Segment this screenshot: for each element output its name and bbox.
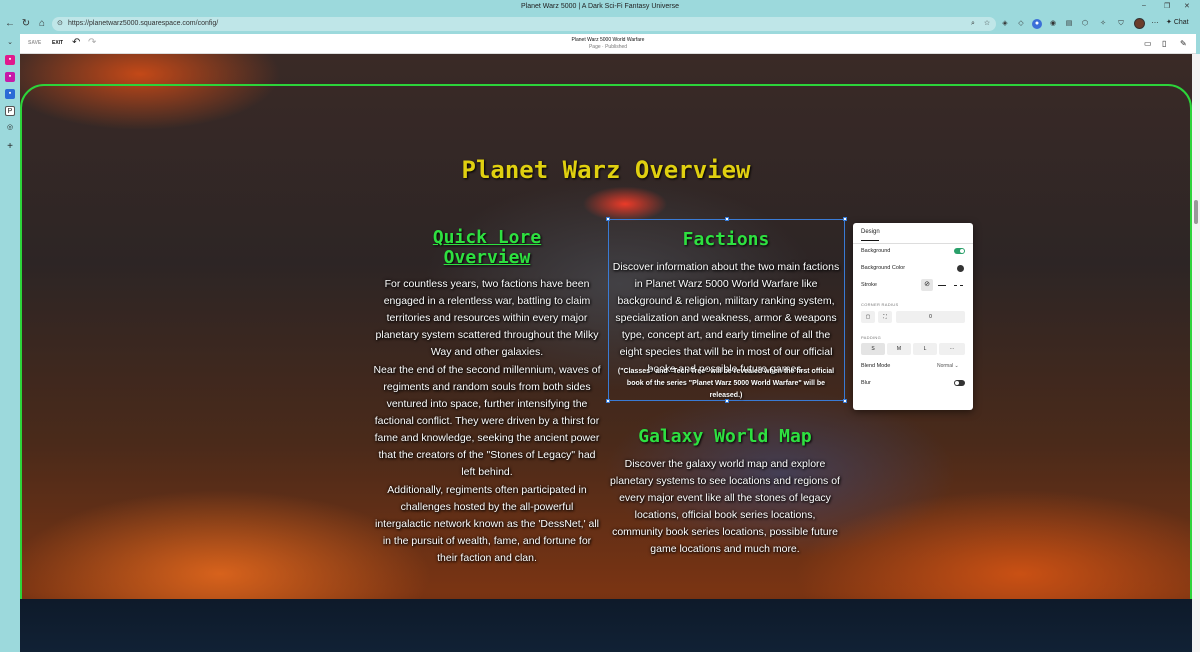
map-title[interactable]: Galaxy World Map [610,426,840,447]
back-icon[interactable]: ← [4,18,16,30]
page-scrollbar[interactable] [1192,54,1200,652]
home-icon[interactable]: ⌂ [36,18,48,30]
design-tab[interactable]: Design [861,229,880,235]
extension-icon[interactable]: ◇ [1016,19,1026,29]
padding-more-button[interactable]: ··· [939,343,965,355]
extension-icon[interactable]: ◉ [1048,19,1058,29]
lore-title[interactable]: Quick Lore Overview [412,228,562,268]
dashed-stroke-icon[interactable] [954,285,963,286]
editor-toolbar: SAVE EXIT ↶ ↷ Planet Warz 5000 World War… [20,34,1196,54]
resize-handle[interactable] [843,399,847,403]
window-titlebar: Planet Warz 5000 | A Dark Sci-Fi Fantasy… [0,0,1200,14]
background-color-label: Background Color [861,265,906,271]
extension-icon[interactable]: ⬡ [1080,19,1090,29]
shield-icon[interactable]: ⛉ [1116,19,1126,29]
chat-label: Chat [1173,19,1189,26]
chat-button[interactable]: ✦ Chat [1166,18,1189,26]
active-tab-underline [861,240,879,241]
design-panel: Design Background Background Color Strok… [853,223,973,410]
background-toggle[interactable] [954,248,965,254]
next-section-band [20,599,1192,652]
blur-label: Blur [861,380,871,386]
blur-toggle[interactable] [954,380,965,386]
page-title: Planet Warz 5000 World Warfare [571,37,645,43]
padding-l-button[interactable]: L [913,343,937,355]
padding-caption: PADDING [861,335,882,340]
restore-button[interactable]: ❐ [1164,2,1170,10]
left-sidebar: ⌄ ▪ ▪ ▪ P ◎ + [0,34,20,652]
corner-uniform-icon[interactable]: ▢ [861,311,875,323]
lore-paragraph-3: Additionally, regiments often participat… [374,484,600,564]
extensions-puzzle-icon[interactable]: ✧ [1098,19,1108,29]
blend-mode-label: Blend Mode [861,363,891,369]
browser-toolbar: ← ↻ ⌂ ⊙ https://planetwarz5000.squarespa… [0,14,1200,34]
planet-warz-app-icon[interactable]: P [5,106,15,116]
scrollbar-thumb[interactable] [1194,200,1198,224]
mobile-view-icon[interactable]: ▯ [1162,39,1166,48]
desktop-view-icon[interactable]: ▭ [1144,39,1152,48]
close-window-button[interactable]: ✕ [1184,2,1190,10]
chat-icon: ✦ [1166,19,1172,26]
lore-paragraph-2: Near the end of the second millennium, w… [373,364,601,478]
minimize-button[interactable]: – [1142,2,1146,9]
factions-text: Discover information about the two main … [612,261,840,375]
bookmark-star-icon[interactable]: ☆ [982,19,992,29]
resize-handle[interactable] [606,399,610,403]
url-text: https://planetwarz5000.squarespace.com/c… [68,20,219,27]
app-icon[interactable]: ▪ [5,89,15,99]
corner-individual-icon[interactable]: ⛶ [878,311,892,323]
app-icon[interactable]: ▪ [5,55,15,65]
stroke-label: Stroke [861,282,877,288]
collapse-chevron-icon[interactable]: ⌄ [5,38,15,48]
refresh-icon[interactable]: ↻ [20,18,32,30]
page-canvas: Planet Warz Overview Quick Lore Overview… [20,54,1192,652]
factions-note: ("Classes" and "Tech Tree" will be revea… [617,368,835,399]
solid-stroke-icon[interactable] [938,285,946,286]
address-bar[interactable]: ⊙ https://planetwarz5000.squarespace.com… [52,17,996,31]
blend-mode-select[interactable]: Normal ⌄ [937,363,959,369]
design-brush-icon[interactable]: ✎ [1180,39,1187,48]
resize-handle[interactable] [843,217,847,221]
padding-m-button[interactable]: M [887,343,911,355]
extension-icon[interactable]: ● [1032,19,1042,29]
profile-avatar[interactable] [1134,18,1145,29]
factions-title[interactable]: Factions [616,229,836,250]
blend-mode-value: Normal [937,363,954,369]
window-title: Planet Warz 5000 | A Dark Sci-Fi Fantasy… [521,3,679,10]
extension-icon[interactable]: ◈ [1000,19,1010,29]
more-menu-icon[interactable]: ⋯ [1150,19,1160,29]
app-icon[interactable]: ▪ [5,72,15,82]
divider [853,243,973,244]
zoom-icon[interactable]: ⌕ [968,19,978,29]
lore-paragraph-1: For countless years, two factions have b… [375,278,599,358]
no-stroke-icon[interactable]: ⊘ [921,279,933,291]
site-info-icon[interactable]: ⊙ [57,17,63,31]
background-color-swatch[interactable] [957,265,964,272]
corner-radius-caption: CORNER RADIUS [861,302,899,307]
resize-handle[interactable] [606,217,610,221]
resize-handle[interactable] [725,217,729,221]
extension-icon[interactable]: ▤ [1064,19,1074,29]
map-text: Discover the galaxy world map and explor… [610,458,840,555]
chevron-down-icon: ⌄ [954,363,959,369]
instagram-icon[interactable]: ◎ [5,123,15,133]
add-app-icon[interactable]: + [5,142,15,152]
page-status: Page · Published [588,44,628,50]
background-label: Background [861,248,891,254]
padding-s-button[interactable]: S [861,343,885,355]
corner-radius-input[interactable]: 0 [896,311,965,323]
page-heading: Planet Warz Overview [461,156,751,184]
